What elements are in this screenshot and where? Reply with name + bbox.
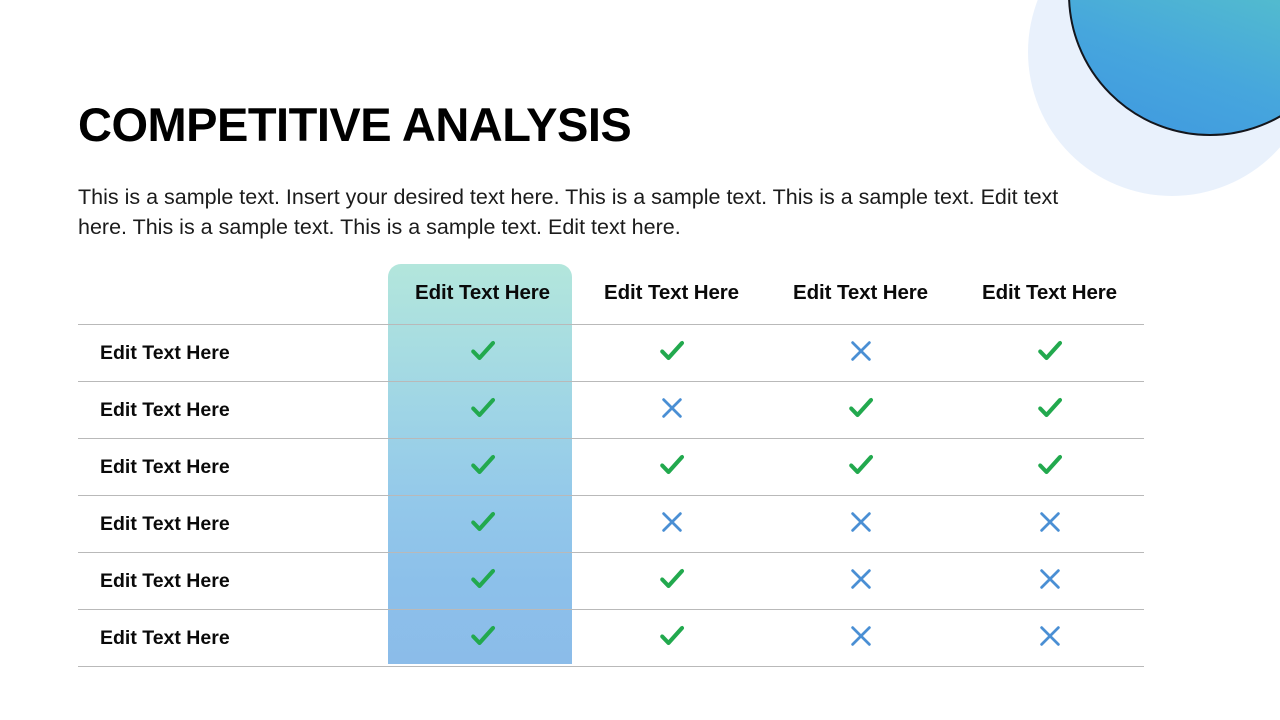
- cell-r3-c4-check[interactable]: [955, 438, 1144, 496]
- cross-icon: [846, 621, 876, 651]
- check-icon: [468, 507, 498, 537]
- row-label-6[interactable]: Edit Text Here: [78, 609, 388, 667]
- row-label-1[interactable]: Edit Text Here: [78, 324, 388, 382]
- pale-circle-decoration: [1028, 0, 1280, 196]
- cell-r1-c2-check[interactable]: [577, 324, 766, 382]
- page-subtitle: This is a sample text. Insert your desir…: [78, 185, 1059, 240]
- check-icon: [468, 393, 498, 423]
- cell-r6-c1-check[interactable]: [388, 609, 577, 667]
- column-header-2[interactable]: Edit Text Here: [577, 262, 766, 325]
- cell-r4-c2-cross[interactable]: [577, 495, 766, 553]
- check-icon: [468, 621, 498, 651]
- competitive-analysis-table: Edit Text Here Edit Text Here Edit Text …: [78, 262, 1144, 670]
- check-icon: [1035, 450, 1065, 480]
- row-label-3[interactable]: Edit Text Here: [78, 438, 388, 496]
- cell-r2-c2-cross[interactable]: [577, 381, 766, 439]
- check-icon: [468, 336, 498, 366]
- cell-r5-c2-check[interactable]: [577, 552, 766, 610]
- cell-r1-c1-check[interactable]: [388, 324, 577, 382]
- table-body: Edit Text Here Edit Text Here Edit Text He…: [78, 324, 1144, 667]
- cross-icon: [846, 336, 876, 366]
- cell-r5-c1-check[interactable]: [388, 552, 577, 610]
- cell-r2-c4-check[interactable]: [955, 381, 1144, 439]
- cell-r5-c3-cross[interactable]: [766, 552, 955, 610]
- table-header-row: Edit Text Here Edit Text Here Edit Text …: [78, 262, 1144, 325]
- check-icon: [657, 564, 687, 594]
- cell-r1-c4-check[interactable]: [955, 324, 1144, 382]
- page-title: COMPETITIVE ANALYSIS: [78, 98, 632, 151]
- cell-r5-c4-cross[interactable]: [955, 552, 1144, 610]
- check-icon: [468, 564, 498, 594]
- cell-r6-c4-cross[interactable]: [955, 609, 1144, 667]
- row-label-5[interactable]: Edit Text Here: [78, 552, 388, 610]
- cross-icon: [657, 507, 687, 537]
- table-row: Edit Text Here: [78, 495, 1144, 553]
- cell-r3-c3-check[interactable]: [766, 438, 955, 496]
- table-row: Edit Text Here: [78, 609, 1144, 667]
- cross-icon: [1035, 507, 1065, 537]
- cross-icon: [1035, 564, 1065, 594]
- row-label-4[interactable]: Edit Text Here: [78, 495, 388, 553]
- cell-r3-c1-check[interactable]: [388, 438, 577, 496]
- cross-icon: [1035, 621, 1065, 651]
- cell-r2-c1-check[interactable]: [388, 381, 577, 439]
- cell-r6-c3-cross[interactable]: [766, 609, 955, 667]
- cell-r4-c3-cross[interactable]: [766, 495, 955, 553]
- cell-r2-c3-check[interactable]: [766, 381, 955, 439]
- column-header-1[interactable]: Edit Text Here: [388, 262, 577, 325]
- check-icon: [657, 621, 687, 651]
- table-row: Edit Text Here: [78, 381, 1144, 439]
- gradient-circle-decoration: [1068, 0, 1280, 136]
- cross-icon: [846, 507, 876, 537]
- check-icon: [1035, 393, 1065, 423]
- cell-r4-c1-check[interactable]: [388, 495, 577, 553]
- table-row: Edit Text Here: [78, 552, 1144, 610]
- cell-r6-c2-check[interactable]: [577, 609, 766, 667]
- table-row: Edit Text Here: [78, 324, 1144, 382]
- cell-r1-c3-cross[interactable]: [766, 324, 955, 382]
- check-icon: [1035, 336, 1065, 366]
- check-icon: [657, 336, 687, 366]
- cross-icon: [846, 564, 876, 594]
- check-icon: [657, 450, 687, 480]
- column-header-4[interactable]: Edit Text Here: [955, 262, 1144, 325]
- corner-header-cell: [78, 262, 388, 325]
- comparison-matrix: Edit Text Here Edit Text Here Edit Text …: [78, 262, 1144, 667]
- cell-r4-c4-cross[interactable]: [955, 495, 1144, 553]
- row-label-2[interactable]: Edit Text Here: [78, 381, 388, 439]
- check-icon: [468, 450, 498, 480]
- check-icon: [846, 450, 876, 480]
- check-icon: [846, 393, 876, 423]
- table-row: Edit Text Here: [78, 438, 1144, 496]
- cross-icon: [657, 393, 687, 423]
- column-header-3[interactable]: Edit Text Here: [766, 262, 955, 325]
- cell-r3-c2-check[interactable]: [577, 438, 766, 496]
